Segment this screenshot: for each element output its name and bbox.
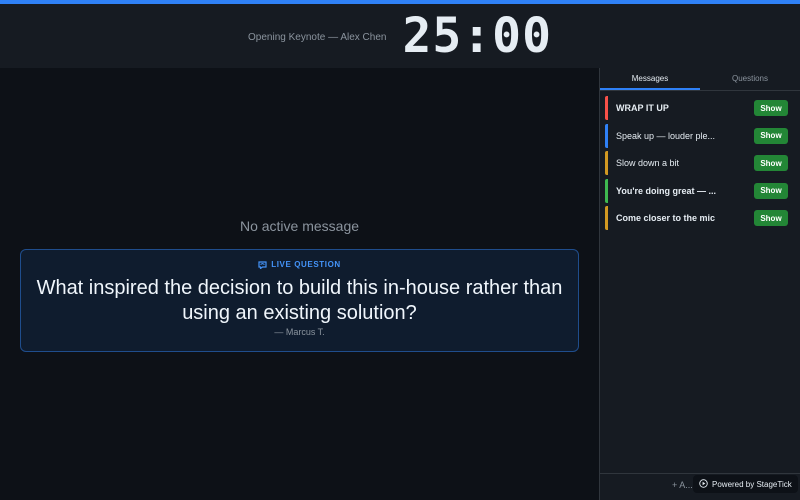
message-item[interactable]: Speak up — louder ple... Show — [605, 123, 790, 148]
show-button[interactable]: Show — [754, 100, 788, 116]
live-question-card: LIVE QUESTION What inspired the decision… — [20, 249, 579, 352]
message-item[interactable]: Slow down a bit Show — [605, 151, 790, 175]
app-window: Opening Keynote — Alex Chen 25:00 No act… — [0, 0, 800, 500]
message-text: Slow down a bit — [616, 158, 680, 168]
message-text: WRAP IT UP — [616, 103, 669, 113]
tab-questions[interactable]: Questions — [700, 68, 800, 90]
question-text: What inspired the decision to build this… — [36, 277, 563, 324]
message-text: You're doing great — ... — [616, 185, 716, 196]
show-button[interactable]: Show — [754, 155, 788, 171]
message-text: Come closer to the mic — [616, 213, 716, 223]
no-active-message: No active message — [239, 218, 360, 234]
message-text: Speak up — louder ple... — [616, 130, 716, 141]
play-circle-icon — [699, 478, 708, 490]
message-item[interactable]: Come closer to the mic Show — [605, 206, 790, 230]
powered-by-badge[interactable]: Powered by StageTick — [693, 475, 798, 493]
live-question-label-text: LIVE QUESTION — [271, 260, 341, 269]
message-list: WRAP IT UP Show Speak up — louder ple...… — [600, 91, 800, 230]
sidebar: Messages Questions WRAP IT UP Show Speak… — [599, 68, 800, 500]
show-button[interactable]: Show — [754, 127, 788, 144]
speech-bubble-icon — [258, 260, 267, 269]
stage-area: No active message LIVE QUESTION What ins… — [0, 68, 599, 500]
header: Opening Keynote — Alex Chen 25:00 — [0, 4, 800, 68]
show-button[interactable]: Show — [754, 210, 788, 226]
message-item[interactable]: You're doing great — ... Show — [605, 178, 790, 203]
show-button[interactable]: Show — [754, 182, 788, 199]
tab-messages[interactable]: Messages — [600, 68, 700, 90]
message-item[interactable]: WRAP IT UP Show — [605, 96, 790, 120]
add-message-button[interactable]: + A... — [672, 480, 693, 490]
countdown-timer: 25:00 — [402, 8, 552, 64]
powered-by-label: Powered by StageTick — [712, 479, 792, 489]
sidebar-tabs: Messages Questions — [600, 68, 800, 91]
question-author: — Marcus T. — [274, 327, 325, 337]
session-title: Opening Keynote — Alex Chen — [248, 31, 387, 43]
live-question-label: LIVE QUESTION — [21, 260, 578, 269]
